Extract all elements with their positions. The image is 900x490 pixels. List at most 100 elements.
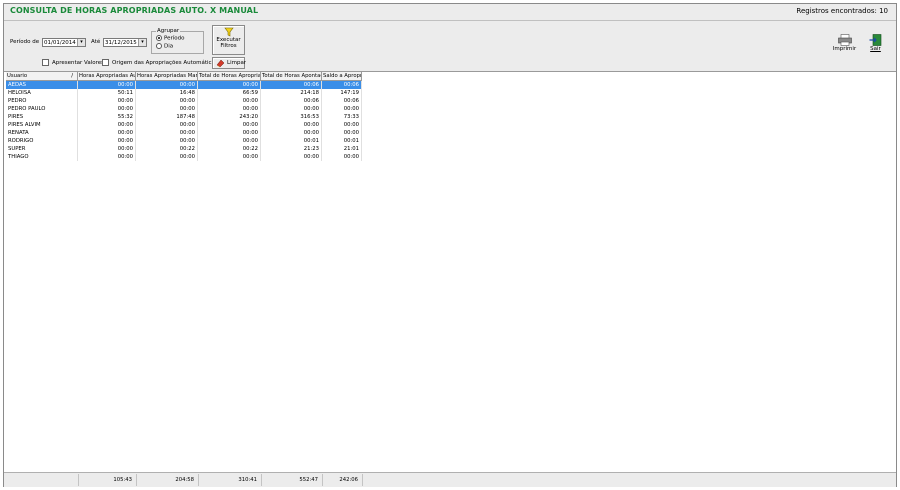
clear-label: Limpar xyxy=(227,60,247,66)
radio-periodo-label: Período xyxy=(164,35,185,42)
cell-usuario: HELOISA xyxy=(6,89,78,97)
cell-saldo: 00:01 xyxy=(322,137,362,145)
cell-total-apropriadas: 00:22 xyxy=(198,145,261,153)
cell-total-apropriadas: 00:00 xyxy=(198,81,261,89)
print-button[interactable]: Imprimir xyxy=(831,33,858,60)
cell-total-apontadas: 00:00 xyxy=(261,129,322,137)
show-values-checkbox[interactable]: Apresentar Valores xyxy=(42,59,104,66)
radio-periodo[interactable]: Período xyxy=(156,35,185,42)
table-row[interactable]: HELOISA 50:11 16:48 66:59 214:18 147:19 xyxy=(6,89,362,97)
column-header-total-apropriadas[interactable]: Total de Horas Apropriadas xyxy=(198,72,261,81)
origin-checkbox[interactable]: Origem das Apropriações Automáticas xyxy=(102,59,218,66)
cell-auto: 00:00 xyxy=(78,97,136,105)
origin-label: Origem das Apropriações Automáticas xyxy=(112,60,218,66)
cell-total-apropriadas: 00:00 xyxy=(198,105,261,113)
radio-dia-label: Dia xyxy=(164,43,174,50)
exit-label: Sair xyxy=(870,46,881,52)
cell-usuario: PIRES xyxy=(6,113,78,121)
cell-total-apropriadas: 00:00 xyxy=(198,97,261,105)
cell-manual: 00:00 xyxy=(136,97,198,105)
totals-separator xyxy=(322,474,323,486)
cell-manual: 00:22 xyxy=(136,145,198,153)
date-to-dropdown-icon[interactable]: ▾ xyxy=(138,39,146,46)
cell-auto: 00:00 xyxy=(78,105,136,113)
date-to-value: 31/12/2015 xyxy=(105,40,137,46)
cell-total-apontadas: 21:23 xyxy=(261,145,322,153)
execute-filters-label: Executar Filtros xyxy=(216,37,241,49)
cell-total-apropriadas: 66:59 xyxy=(198,89,261,97)
execute-filters-button[interactable]: Executar Filtros xyxy=(212,25,245,55)
column-header-saldo[interactable]: Saldo a Apropriar xyxy=(322,72,362,81)
column-header-usuario[interactable]: Usuario / xyxy=(6,72,78,81)
radio-dia[interactable]: Dia xyxy=(156,43,173,50)
header-bar: CONSULTA DE HORAS APROPRIADAS AUTO. X MA… xyxy=(4,4,896,21)
cell-saldo: 73:33 xyxy=(322,113,362,121)
table-row[interactable]: AEDAS 00:00 00:00 00:00 00:06 00:06 xyxy=(6,81,362,89)
table-row[interactable]: RENATA 00:00 00:00 00:00 00:00 00:00 xyxy=(6,129,362,137)
table-row[interactable]: SUPER 00:00 00:22 00:22 21:23 21:01 xyxy=(6,145,362,153)
filter-toolbar: Período de 01/01/2014 ▾ Até 31/12/2015 ▾… xyxy=(4,21,896,72)
cell-saldo: 00:06 xyxy=(322,97,362,105)
cell-usuario: SUPER xyxy=(6,145,78,153)
cell-total-apontadas: 316:53 xyxy=(261,113,322,121)
totals-separator xyxy=(362,474,363,486)
table-row[interactable]: PIRES 55:32 187:48 243:20 316:53 73:33 xyxy=(6,113,362,121)
until-label: Até xyxy=(91,39,101,45)
cell-manual: 00:00 xyxy=(136,153,198,161)
total-saldo: 242:06 xyxy=(339,477,358,483)
total-apropriadas: 310:41 xyxy=(238,477,257,483)
date-from-field[interactable]: 01/01/2014 ▾ xyxy=(42,38,86,47)
column-header-manual[interactable]: Horas Apropriadas Manual xyxy=(136,72,198,81)
cell-usuario: THIAGO xyxy=(6,153,78,161)
totals-separator xyxy=(78,474,79,486)
cell-auto: 00:00 xyxy=(78,153,136,161)
cell-total-apropriadas: 00:00 xyxy=(198,137,261,145)
total-manual: 204:58 xyxy=(175,477,194,483)
cell-manual: 00:00 xyxy=(136,137,198,145)
cell-usuario: RODRIGO xyxy=(6,137,78,145)
period-label: Período de xyxy=(10,39,40,45)
cell-total-apontadas: 214:18 xyxy=(261,89,322,97)
date-from-dropdown-icon[interactable]: ▾ xyxy=(77,39,85,46)
cell-manual: 187:48 xyxy=(136,113,198,121)
group-by-box: Agrupar Período Dia xyxy=(151,28,204,54)
table-row[interactable]: THIAGO 00:00 00:00 00:00 00:00 00:00 xyxy=(6,153,362,161)
page-title: CONSULTA DE HORAS APROPRIADAS AUTO. X MA… xyxy=(10,6,259,15)
cell-usuario: RENATA xyxy=(6,129,78,137)
cell-total-apropriadas: 00:00 xyxy=(198,153,261,161)
totals-separator xyxy=(136,474,137,486)
cell-auto: 00:00 xyxy=(78,137,136,145)
cell-auto: 55:32 xyxy=(78,113,136,121)
cell-auto: 00:00 xyxy=(78,145,136,153)
cell-auto: 00:00 xyxy=(78,121,136,129)
column-header-total-apontadas[interactable]: Total de Horas Apontadas xyxy=(261,72,322,81)
column-header-auto[interactable]: Horas Apropriadas Auto. xyxy=(78,72,136,81)
cell-manual: 00:00 xyxy=(136,121,198,129)
table-row[interactable]: PEDRO PAULO 00:00 00:00 00:00 00:00 00:00 xyxy=(6,105,362,113)
checkbox-icon xyxy=(42,59,49,66)
cell-total-apropriadas: 00:00 xyxy=(198,129,261,137)
cell-usuario: AEDAS xyxy=(6,81,78,89)
main-window: CONSULTA DE HORAS APROPRIADAS AUTO. X MA… xyxy=(3,3,897,487)
cell-total-apontadas: 00:06 xyxy=(261,97,322,105)
table-header: Usuario/ Horas Apropriadas Auto. Horas A… xyxy=(6,72,362,81)
cell-total-apontadas: 00:06 xyxy=(261,81,322,89)
cell-usuario: PEDRO xyxy=(6,97,78,105)
funnel-icon xyxy=(223,27,234,37)
cell-total-apropriadas: 243:20 xyxy=(198,113,261,121)
table-row[interactable]: PEDRO 00:00 00:00 00:00 00:06 00:06 xyxy=(6,97,362,105)
clear-button[interactable]: Limpar xyxy=(212,57,247,69)
exit-door-icon xyxy=(869,34,881,46)
cell-usuario: PEDRO PAULO xyxy=(6,105,78,113)
table-row[interactable]: RODRIGO 00:00 00:00 00:00 00:01 00:01 xyxy=(6,137,362,145)
cell-total-apontadas: 00:00 xyxy=(261,121,322,129)
records-count: Registros encontrados: 10 xyxy=(796,7,888,15)
table-row[interactable]: PIRES ALVIM 00:00 00:00 00:00 00:00 00:00 xyxy=(6,121,362,129)
date-from-value: 01/01/2014 xyxy=(44,40,76,46)
exit-button[interactable]: Sair xyxy=(862,33,889,60)
sort-indicator-icon: / xyxy=(71,73,73,79)
cell-saldo: 00:00 xyxy=(322,121,362,129)
date-to-field[interactable]: 31/12/2015 ▾ xyxy=(103,38,147,47)
cell-manual: 00:00 xyxy=(136,105,198,113)
cell-total-apontadas: 00:00 xyxy=(261,153,322,161)
